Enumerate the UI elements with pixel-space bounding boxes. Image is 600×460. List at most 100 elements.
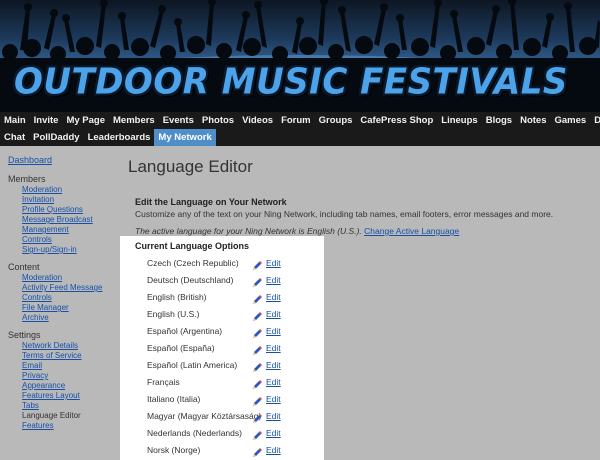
language-name: Español (Argentina) [147,325,223,336]
language-row-5: Español (España) Edit [135,339,324,356]
language-name: Español (España) [147,342,215,353]
nav-item-chat[interactable]: Chat [0,129,29,146]
edit-link[interactable]: Edit [266,445,281,455]
nav-item-notes[interactable]: Notes [516,112,550,129]
sidebar-heading-settings: Settings [8,330,41,340]
pencil-icon[interactable] [252,343,263,355]
pencil-icon[interactable] [252,445,263,457]
nav-item-invite[interactable]: Invite [30,112,63,129]
sidebar-link-management[interactable]: Management [8,225,118,235]
edit-link[interactable]: Edit [266,377,281,387]
pencil-icon[interactable] [252,394,263,406]
language-row-8: Italiano (Italia) Edit [135,390,324,407]
nav-item-photos[interactable]: Photos [198,112,238,129]
language-name: Norsk (Norge) [147,444,201,455]
pencil-icon[interactable] [252,326,263,338]
pencil-icon[interactable] [252,411,263,423]
sidebar-link-message-broadcast[interactable]: Message Broadcast [8,215,118,225]
edit-link[interactable]: Edit [266,411,281,421]
header-banner: Outdoor Music Festivals [0,0,600,112]
language-name: English (British) [147,291,207,302]
sidebar-link-dashboard[interactable]: Dashboard [8,155,118,165]
nav-item-polldaddy[interactable]: PollDaddy [29,129,83,146]
nav-item-events[interactable]: Events [159,112,198,129]
section-description: Customize any of the text on your Ning N… [135,209,554,219]
language-row-9: Magyar (Magyar Köztársaság) Edit [135,407,324,424]
pencil-icon[interactable] [252,275,263,287]
pencil-icon[interactable] [252,292,263,304]
sidebar-link-activity-feed-message[interactable]: Activity Feed Message [8,283,118,293]
section-heading: Edit the Language on Your Network [135,197,287,207]
nav-item-my-page[interactable]: My Page [62,112,109,129]
sidebar-link-profile-questions[interactable]: Profile Questions [8,205,118,215]
sidebar-link-network-details[interactable]: Network Details [8,341,118,351]
pencil-icon[interactable] [252,309,263,321]
language-name: English (U.S.) [147,308,200,319]
language-row-11: Norsk (Norge) Edit [135,441,324,458]
sidebar-link-tabs[interactable]: Tabs [8,401,118,411]
edit-link[interactable]: Edit [266,343,281,353]
sidebar-link-archive[interactable]: Archive [8,313,118,323]
page-title: Language Editor [128,157,253,176]
active-language-line: The active language for your Ning Networ… [135,226,459,236]
language-row-0: Czech (Czech Republic) Edit [135,254,324,271]
language-name: Français [147,376,180,387]
sidebar-heading-members: Members [8,174,46,184]
sidebar-link-features[interactable]: Features [8,421,118,431]
site-title[interactable]: Outdoor Music Festivals [14,61,568,103]
language-row-4: Español (Argentina) Edit [135,322,324,339]
nav-item-blogs[interactable]: Blogs [482,112,516,129]
nav-row-1: Main Invite My Page Members Events Photo… [0,112,600,129]
language-name: Nederlands (Nederlands) [147,427,242,438]
sidebar-link-terms-of-service[interactable]: Terms of Service [8,351,118,361]
sidebar: Dashboard Members Moderation Invitation … [0,146,118,460]
language-name: Magyar (Magyar Köztársaság) [147,410,262,421]
nav-item-members[interactable]: Members [109,112,159,129]
edit-link[interactable]: Edit [266,360,281,370]
pencil-icon[interactable] [252,360,263,372]
sidebar-link-invitation[interactable]: Invitation [8,195,118,205]
language-name: Deutsch (Deutschland) [147,274,234,285]
sidebar-link-signup-signin[interactable]: Sign-up/Sign-in [8,245,118,255]
nav-item-lineups[interactable]: Lineups [437,112,481,129]
language-row-3: English (U.S.) Edit [135,305,324,322]
nav-item-main[interactable]: Main [0,112,30,129]
sidebar-heading-content: Content [8,262,40,272]
edit-link[interactable]: Edit [266,258,281,268]
nav-item-cafepress-shop[interactable]: CafePress Shop [356,112,437,129]
change-active-language-link[interactable]: Change Active Language [364,226,459,236]
active-language-text: The active language for your Ning Networ… [135,226,362,236]
language-row-2: English (British) Edit [135,288,324,305]
sidebar-link-privacy[interactable]: Privacy [8,371,118,381]
main-nav: Main Invite My Page Members Events Photo… [0,112,600,146]
pencil-icon[interactable] [252,428,263,440]
pencil-icon[interactable] [252,258,263,270]
language-name: Czech (Czech Republic) [147,257,239,268]
sidebar-link-content-controls[interactable]: Controls [8,293,118,303]
edit-link[interactable]: Edit [266,292,281,302]
sidebar-link-moderation[interactable]: Moderation [8,185,118,195]
nav-item-leaderboards[interactable]: Leaderboards [84,129,155,146]
sidebar-link-content-moderation[interactable]: Moderation [8,273,118,283]
sidebar-link-features-layout[interactable]: Features Layout [8,391,118,401]
language-name: Español (Latin America) [147,359,238,370]
nav-item-forum[interactable]: Forum [277,112,315,129]
nav-item-videos[interactable]: Videos [238,112,277,129]
sidebar-link-file-manager[interactable]: File Manager [8,303,118,313]
sidebar-link-email[interactable]: Email [8,361,118,371]
edit-link[interactable]: Edit [266,428,281,438]
edit-link[interactable]: Edit [266,394,281,404]
nav-item-groups[interactable]: Groups [315,112,357,129]
nav-item-my-network[interactable]: My Network [154,129,216,146]
pencil-icon[interactable] [252,377,263,389]
sidebar-link-appearance[interactable]: Appearance [8,381,118,391]
nav-row-2: Chat PollDaddy Leaderboards My Network [0,129,216,146]
nav-item-donate[interactable]: Donate [590,112,600,129]
language-name: Italiano (Italia) [147,393,201,404]
nav-item-games[interactable]: Games [551,112,591,129]
edit-link[interactable]: Edit [266,326,281,336]
language-list: Czech (Czech Republic) Edit Deutsch (Deu… [135,254,324,458]
edit-link[interactable]: Edit [266,275,281,285]
edit-link[interactable]: Edit [266,309,281,319]
sidebar-link-controls[interactable]: Controls [8,235,118,245]
